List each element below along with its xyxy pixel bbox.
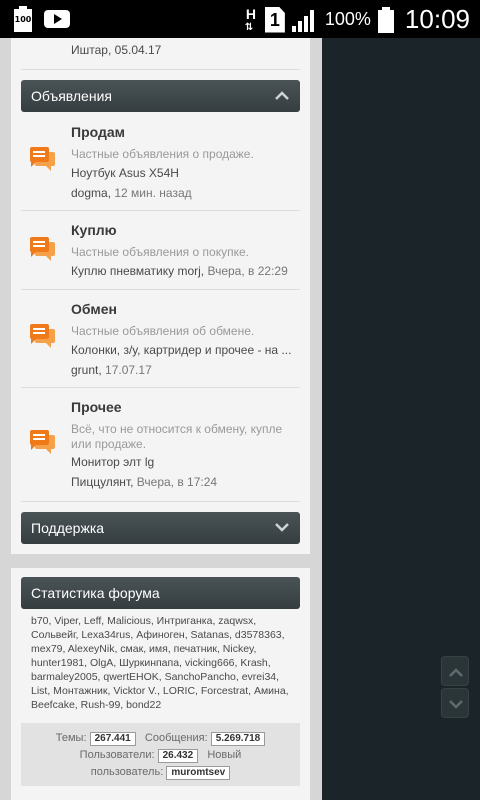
scroll-up-button[interactable] <box>441 656 469 686</box>
last-post-meta: grunt, 17.07.17 <box>71 363 152 377</box>
newest-user-label-2: пользователь: <box>90 766 164 778</box>
last-post-meta: Куплю пневматику morj, Вчера, в 22:29 <box>71 264 288 278</box>
previous-last-post[interactable]: Иштар, 05.04.17 <box>71 43 161 57</box>
last-post-author[interactable]: dogma, <box>71 186 111 200</box>
last-topic-link[interactable]: Куплю пневматику <box>71 264 174 278</box>
divider <box>21 69 300 70</box>
last-post-author[interactable]: morj, <box>177 264 204 278</box>
forum-description: Частные объявления о продаже. <box>71 147 254 161</box>
network-type-icon: H ⇅ <box>244 5 256 33</box>
posts-label: Сообщения: <box>144 732 208 744</box>
section-title: Статистика форума <box>31 585 160 601</box>
section-header-support[interactable]: Поддержка <box>21 512 300 544</box>
last-topic-link[interactable]: Колонки, з/у, картридер и прочее - на ..… <box>71 343 296 357</box>
last-post-author[interactable]: Пиццулянт, <box>71 475 133 489</box>
forum-description: Частные объявления о покупке. <box>71 245 249 259</box>
last-post-time: Вчера, в 17:24 <box>136 475 218 489</box>
last-post-date: 05.04.17 <box>114 43 162 57</box>
users-count: 26.432 <box>157 749 199 763</box>
last-post-time: 17.07.17 <box>105 363 152 377</box>
chat-bubbles-icon <box>27 321 57 351</box>
last-post-author[interactable]: Иштар, <box>71 43 111 57</box>
topics-label: Темы: <box>55 732 87 744</box>
section-header-ads[interactable]: Объявления <box>21 80 300 112</box>
last-post-meta: Пиццулянт, Вчера, в 17:24 <box>71 475 217 489</box>
stats-card: Статистика форума b70, Viper, Leff, Mali… <box>11 568 310 800</box>
forum-title[interactable]: Прочее <box>71 399 122 415</box>
forum-title[interactable]: Куплю <box>71 222 117 238</box>
last-topic-link[interactable]: Монитор элт lg <box>71 455 296 469</box>
chat-bubbles-icon <box>27 427 57 457</box>
section-title: Поддержка <box>31 520 105 536</box>
chevron-down-icon[interactable] <box>274 512 290 544</box>
newest-user-link[interactable]: muromtsev <box>166 766 231 780</box>
forum-index: Иштар, 05.04.17 Объявления Продам Частны… <box>0 38 322 800</box>
forum-description: Всё, что не относится к обмену, купле ил… <box>71 422 283 451</box>
clock: 10:09 <box>404 4 470 34</box>
forum-card: Иштар, 05.04.17 Объявления Продам Частны… <box>11 38 310 554</box>
signal-strength-icon <box>291 8 318 32</box>
chevron-up-icon[interactable] <box>274 80 290 112</box>
last-post-author[interactable]: grunt, <box>71 363 102 377</box>
last-post-meta: dogma, 12 мин. назад <box>71 186 192 200</box>
users-label: Пользователи: <box>79 749 155 761</box>
forum-stats: Темы: 267.441 Сообщения: 5.269.718 Польз… <box>21 723 300 786</box>
posts-count: 5.269.718 <box>210 732 266 746</box>
forum-title[interactable]: Обмен <box>71 301 117 317</box>
chat-bubbles-icon <box>27 144 57 174</box>
newest-user-label: Новый <box>207 749 242 761</box>
topics-count: 267.441 <box>89 732 136 746</box>
status-bar: 100 H ⇅ 1 100% 10:09 <box>0 0 480 38</box>
battery-percent: 100% <box>324 9 371 29</box>
sim-card-icon: 1 <box>264 6 285 33</box>
divider <box>21 210 300 211</box>
battery-icon <box>377 6 394 33</box>
last-post-time: 12 мин. назад <box>114 186 192 200</box>
divider <box>21 501 300 502</box>
youtube-icon <box>44 10 70 28</box>
chat-bubbles-icon <box>27 234 57 264</box>
online-users-list[interactable]: b70, Viper, Leff, Malicious, Интриганка,… <box>31 614 301 712</box>
forum-title[interactable]: Продам <box>71 124 125 140</box>
scroll-down-button[interactable] <box>441 688 469 718</box>
divider <box>21 387 300 388</box>
divider <box>21 289 300 290</box>
last-topic-link[interactable]: Ноутбук Asus X54H <box>71 166 296 180</box>
forum-description: Частные объявления об обмене. <box>71 324 255 338</box>
section-title: Объявления <box>31 88 112 104</box>
battery-full-icon: 100 <box>12 6 34 32</box>
last-post-time: Вчера, в 22:29 <box>207 264 288 278</box>
stats-header: Статистика форума <box>21 577 300 609</box>
